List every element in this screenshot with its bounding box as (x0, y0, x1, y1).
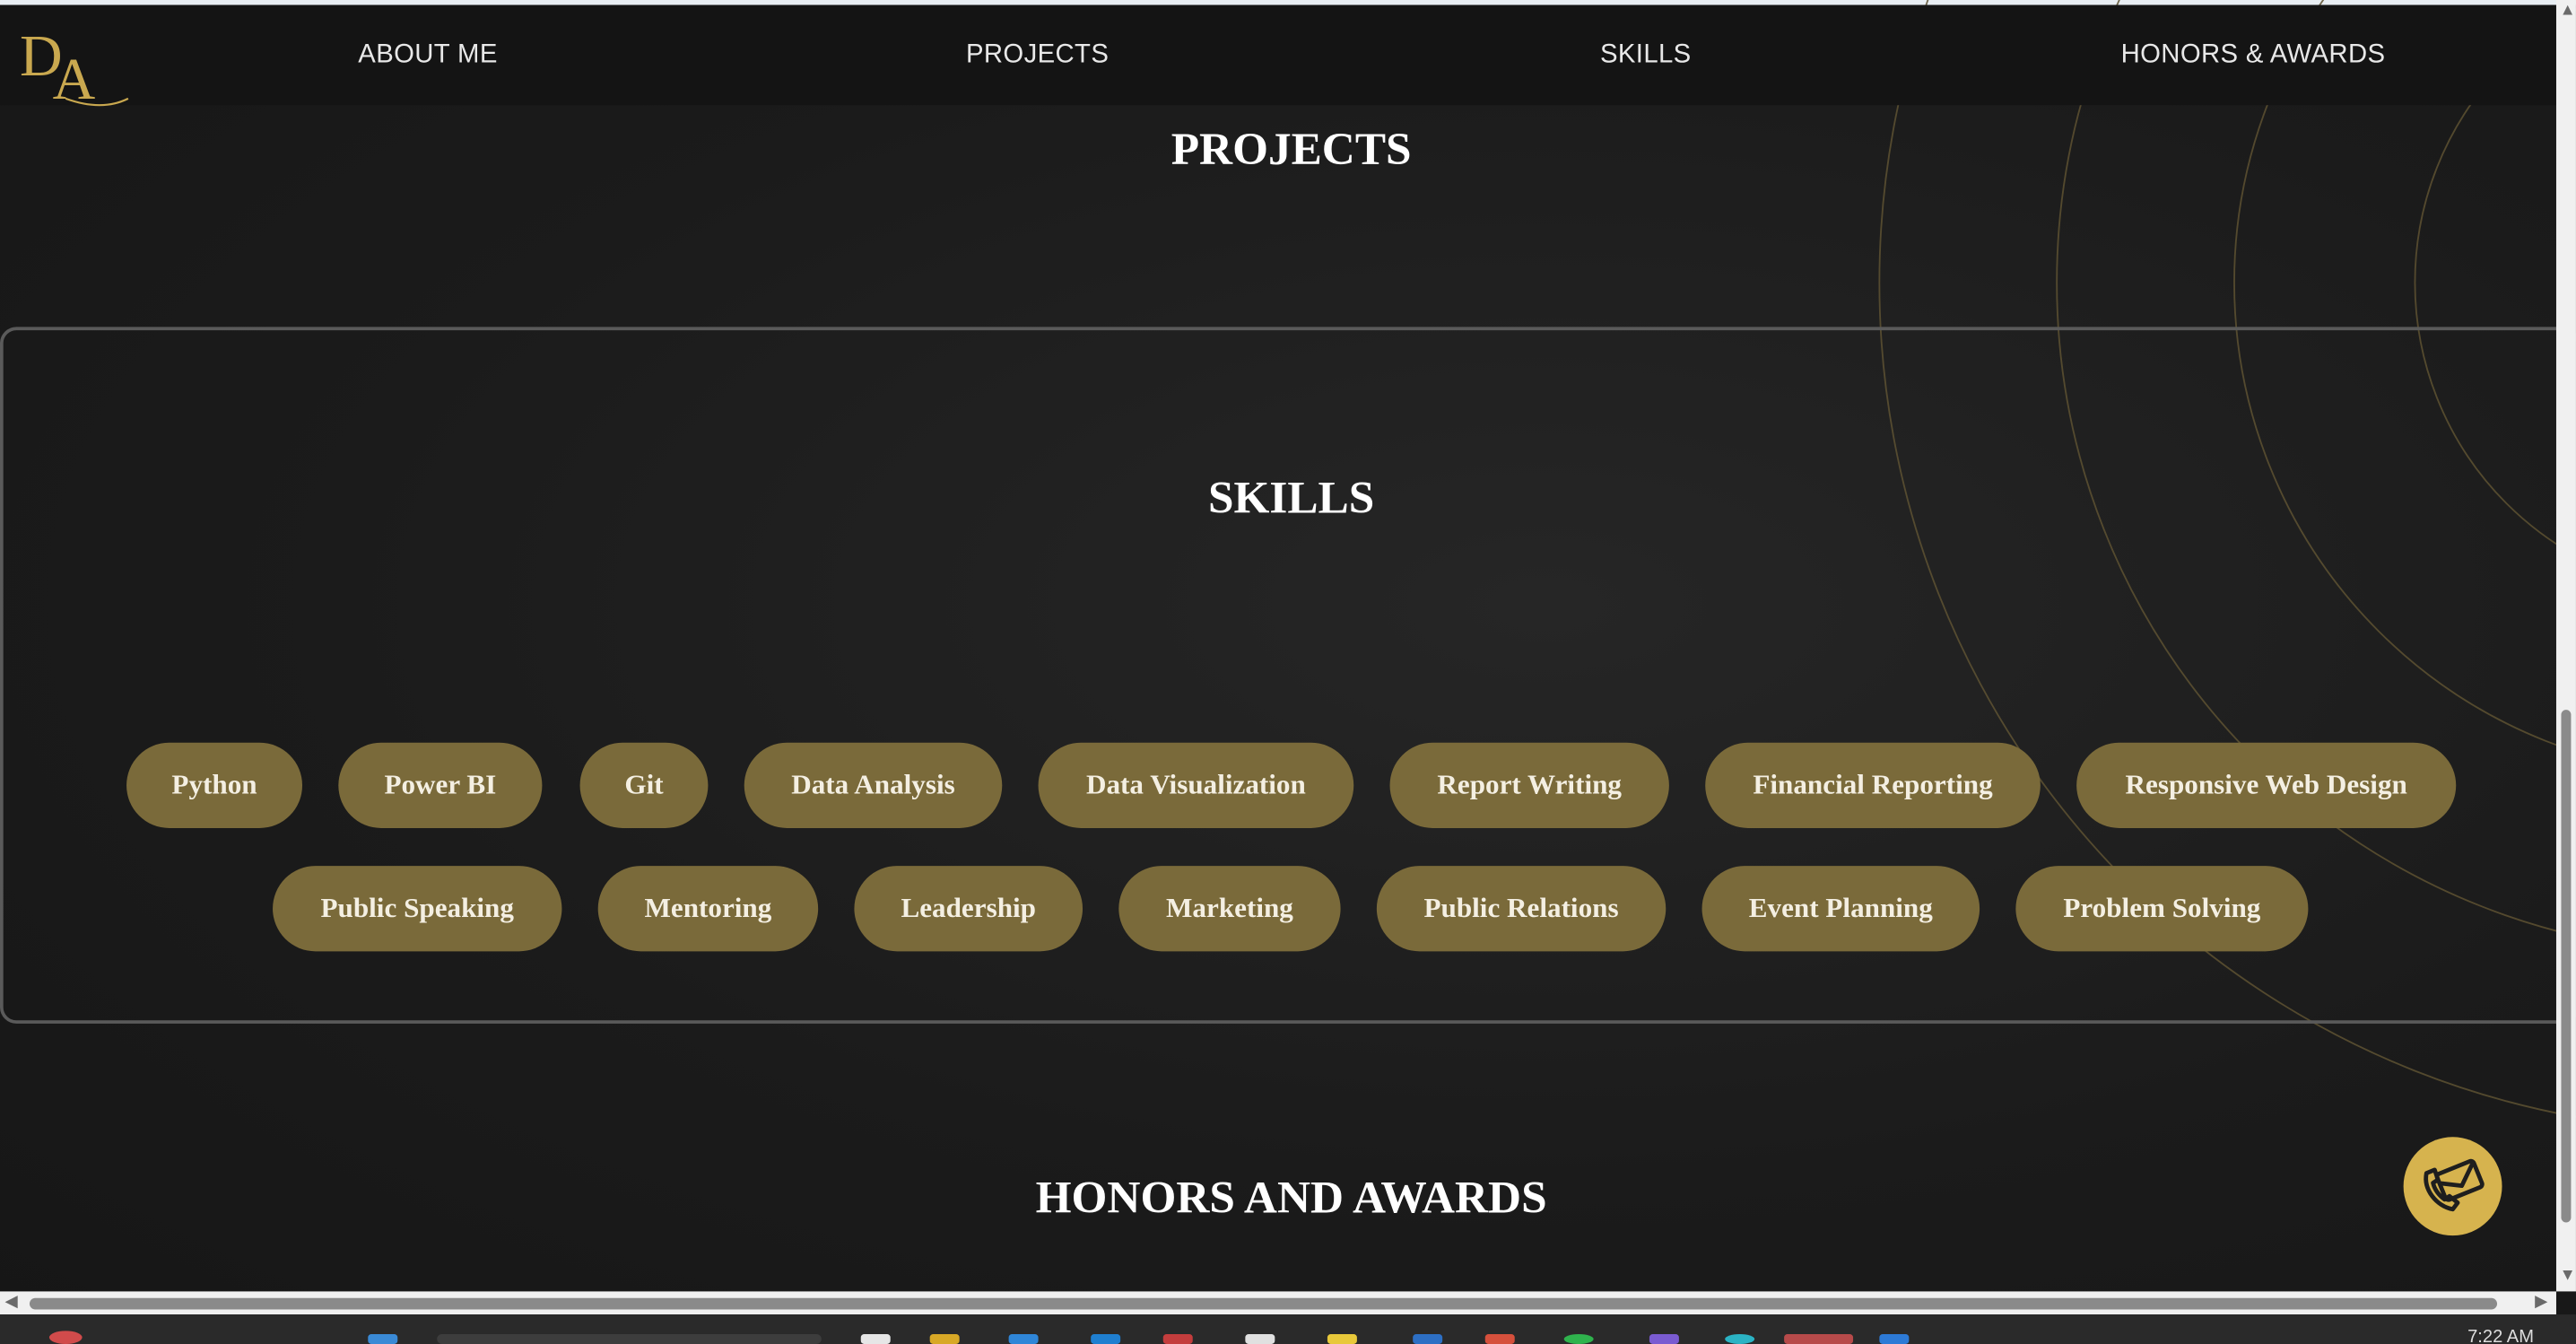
skill-pill[interactable]: Responsive Web Design (2076, 742, 2457, 828)
skill-pill[interactable]: Git (579, 742, 709, 828)
taskbar-app-icon[interactable] (860, 1334, 891, 1344)
phone-mail-icon (2424, 1158, 2485, 1212)
horizontal-scrollbar[interactable]: ◀ ▶ (0, 1291, 2556, 1315)
scroll-right-arrow-icon[interactable]: ▶ (2535, 1294, 2547, 1311)
top-navbar: D A ABOUT ME PROJECTS SKILLS HONORS & AW… (0, 4, 2556, 109)
taskbar-app-icon[interactable] (1413, 1334, 1443, 1344)
horizontal-scroll-thumb[interactable] (29, 1297, 2498, 1310)
honors-awards-heading: HONORS AND AWARDS (1035, 1173, 1547, 1225)
skill-pill[interactable]: Leadership (854, 866, 1083, 952)
nav-about-me[interactable]: ABOUT ME (358, 41, 497, 71)
os-taskbar: 7:22 AM (0, 1314, 2576, 1344)
notification-badge-icon[interactable] (48, 1331, 83, 1344)
taskbar-app-icon[interactable] (1327, 1334, 1357, 1344)
skill-pill[interactable]: Financial Reporting (1705, 742, 2041, 828)
skill-pill[interactable]: Problem Solving (2015, 866, 2309, 952)
skill-pill[interactable]: Marketing (1118, 866, 1341, 952)
taskbar-search-box[interactable] (437, 1334, 822, 1344)
skill-pill[interactable]: Data Visualization (1038, 742, 1354, 828)
taskbar-app-icon[interactable] (1784, 1334, 1854, 1344)
skill-pill[interactable]: Data Analysis (744, 742, 1003, 828)
taskbar-clock[interactable]: 7:22 AM (2467, 1328, 2534, 1344)
taskbar-app-icon[interactable] (1563, 1334, 1594, 1344)
taskbar-app-icon[interactable] (1162, 1334, 1193, 1344)
folder-icon[interactable] (929, 1334, 960, 1344)
taskbar-app-icon[interactable] (1245, 1334, 1275, 1344)
portfolio-viewport: D A ABOUT ME PROJECTS SKILLS HONORS & AW… (0, 0, 2576, 1344)
skills-heading: SKILLS (1207, 473, 1375, 525)
start-icon[interactable] (368, 1334, 398, 1344)
nav-skills[interactable]: SKILLS (1600, 41, 1692, 71)
vertical-scrollbar[interactable]: ▲ ▼ (2555, 0, 2576, 1292)
skill-pill[interactable]: Power BI (338, 742, 543, 828)
skill-pill[interactable]: Event Planning (1701, 866, 1980, 952)
skill-pill[interactable]: Python (126, 742, 303, 828)
skill-pill[interactable]: Report Writing (1389, 742, 1669, 828)
taskbar-app-icon[interactable] (1879, 1334, 1910, 1344)
logo-letter-a: A (53, 47, 96, 109)
contact-fab-button[interactable] (2403, 1137, 2502, 1236)
vertical-scroll-thumb[interactable] (2561, 710, 2572, 1223)
scroll-down-arrow-icon[interactable]: ▼ (2560, 1268, 2576, 1285)
logo-monogram[interactable]: D A (16, 16, 135, 109)
skill-pill[interactable]: Mentoring (597, 866, 819, 952)
taskbar-app-icon[interactable] (1091, 1334, 1121, 1344)
scroll-up-arrow-icon[interactable]: ▲ (2560, 3, 2576, 20)
taskbar-app-icon[interactable] (1484, 1334, 1515, 1344)
skill-pill[interactable]: Public Relations (1376, 866, 1667, 952)
projects-heading: PROJECTS (1171, 125, 1412, 176)
nav-projects[interactable]: PROJECTS (966, 41, 1109, 71)
taskbar-app-icon[interactable] (1649, 1334, 1679, 1344)
skill-pill[interactable]: Public Speaking (273, 866, 562, 952)
taskbar-app-icon[interactable] (1008, 1334, 1039, 1344)
taskbar-app-icon[interactable] (1725, 1334, 1755, 1344)
nav-honors-awards[interactable]: HONORS & AWARDS (2121, 41, 2386, 71)
scroll-left-arrow-icon[interactable]: ◀ (4, 1294, 17, 1311)
